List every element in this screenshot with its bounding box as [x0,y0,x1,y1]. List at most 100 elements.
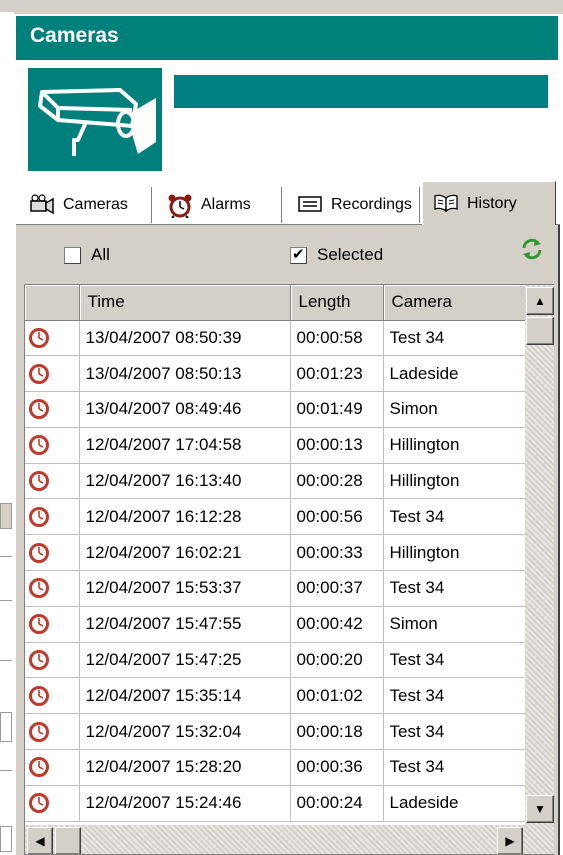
row-status-cell [25,391,80,428]
row-time: 12/04/2007 15:24:46 [79,785,291,822]
column-header-time[interactable]: Time [79,285,291,321]
table-row[interactable]: 12/04/2007 15:53:37 00:00:37 Test 34 [25,570,526,607]
scroll-right-button[interactable]: ▶ [497,827,523,854]
tab-label: Alarms [201,196,251,213]
clock-icon [28,577,78,599]
clock-icon [28,470,78,492]
recordings-icon [297,194,323,216]
row-status-cell [25,498,80,536]
row-status-cell [25,463,80,500]
clock-icon [28,363,78,385]
table-row[interactable]: 12/04/2007 15:32:04 00:00:18 Test 34 [25,713,526,751]
background-window-line [0,660,12,661]
row-length: 00:00:18 [290,713,384,751]
row-length: 00:01:23 [290,355,384,393]
clock-icon [28,685,78,707]
row-camera: Simon [383,391,526,428]
cameras-panel: Cameras Cameras Alarms Recordings Histor… [14,0,563,855]
tab-cameras[interactable]: Cameras [18,187,152,223]
row-camera: Test 34 [383,320,526,357]
selected-checkbox[interactable]: Selected [290,245,383,265]
row-status-cell [25,534,80,572]
column-header-icon[interactable] [25,285,80,321]
row-camera: Ladeside [383,785,526,822]
table-row[interactable]: 12/04/2007 15:47:25 00:00:20 Test 34 [25,642,526,679]
panel-top-border [14,0,563,14]
scroll-thumb[interactable] [526,317,554,345]
scroll-down-button[interactable]: ▼ [526,795,554,823]
clock-icon [28,792,78,814]
all-checkbox[interactable]: All [64,245,110,265]
table-row[interactable]: 12/04/2007 15:28:20 00:00:36 Test 34 [25,749,526,786]
row-length: 00:00:56 [290,498,384,536]
table-row[interactable]: 12/04/2007 15:47:55 00:00:42 Simon [25,606,526,643]
background-window-line [0,600,12,601]
scroll-left-button[interactable]: ◀ [27,827,53,854]
vertical-scrollbar[interactable]: ▲ ▼ [525,285,554,825]
row-time: 12/04/2007 16:12:28 [79,498,291,536]
table-row[interactable]: 12/04/2007 16:12:28 00:00:56 Test 34 [25,498,526,536]
row-length: 00:00:24 [290,785,384,822]
all-checkbox-box[interactable] [64,246,81,264]
selected-checkbox-label: Selected [317,245,384,264]
column-header-camera[interactable]: Camera [383,285,526,321]
clock-icon [28,542,78,564]
table-row[interactable]: 12/04/2007 16:02:21 00:00:33 Hillington [25,534,526,572]
row-camera: Ladeside [383,355,526,393]
horizontal-scrollbar[interactable]: ◀ ▶ [25,825,554,854]
row-time: 12/04/2007 15:28:20 [79,749,291,786]
clock-icon [28,649,78,671]
clock-icon [28,756,78,778]
book-icon [433,193,459,215]
all-checkbox-label: All [91,245,110,264]
row-length: 00:00:37 [290,570,384,607]
row-status-cell [25,355,80,393]
tab-label: Recordings [331,196,412,213]
row-camera: Hillington [383,427,526,464]
row-time: 13/04/2007 08:50:39 [79,320,291,357]
horizontal-scroll-thumb[interactable] [55,827,81,854]
row-status-cell [25,427,80,464]
row-time: 12/04/2007 15:47:25 [79,642,291,679]
row-camera: Hillington [383,463,526,500]
tab-bar: Cameras Alarms Recordings History [16,181,560,225]
table-header-row: Time Length Camera [25,285,526,321]
row-length: 00:01:02 [290,677,384,715]
table-row[interactable]: 12/04/2007 17:04:58 00:00:13 Hillington [25,427,526,464]
row-time: 12/04/2007 15:53:37 [79,570,291,607]
row-camera: Test 34 [383,749,526,786]
selected-checkbox-box[interactable] [290,245,307,264]
scroll-up-button[interactable]: ▲ [526,287,554,315]
background-window-line [0,556,12,557]
table-row[interactable]: 13/04/2007 08:50:39 00:00:58 Test 34 [25,320,526,357]
background-window-field [0,826,12,852]
row-status-cell [25,677,80,715]
row-length: 00:00:20 [290,642,384,679]
clock-icon [28,398,78,420]
table-row[interactable]: 13/04/2007 08:50:13 00:01:23 Ladeside [25,355,526,393]
row-time: 12/04/2007 17:04:58 [79,427,291,464]
clock-icon [28,434,78,456]
column-header-length[interactable]: Length [290,285,384,321]
row-status-cell [25,606,80,643]
table-row[interactable]: 13/04/2007 08:49:46 00:01:49 Simon [25,391,526,428]
row-length: 00:00:36 [290,749,384,786]
row-time: 12/04/2007 15:35:14 [79,677,291,715]
history-table: Time Length Camera 13/04/2007 08:50:39 00… [24,284,554,855]
alarm-clock-icon [167,194,193,219]
row-length: 00:00:13 [290,427,384,464]
table-row[interactable]: 12/04/2007 16:13:40 00:00:28 Hillington [25,463,526,500]
row-status-cell [25,713,80,751]
row-time: 12/04/2007 16:02:21 [79,534,291,572]
row-camera: Test 34 [383,677,526,715]
tab-alarms[interactable]: Alarms [156,187,282,223]
row-camera: Simon [383,606,526,643]
tab-history[interactable]: History [422,181,556,225]
tab-recordings[interactable]: Recordings [286,187,420,223]
background-window-strip [0,0,14,12]
table-row[interactable]: 12/04/2007 15:35:14 00:01:02 Test 34 [25,677,526,715]
row-status-cell [25,642,80,679]
table-row[interactable]: 12/04/2007 15:24:46 00:00:24 Ladeside [25,785,526,822]
refresh-icon[interactable] [520,237,544,261]
camera-large-icon [28,68,162,171]
